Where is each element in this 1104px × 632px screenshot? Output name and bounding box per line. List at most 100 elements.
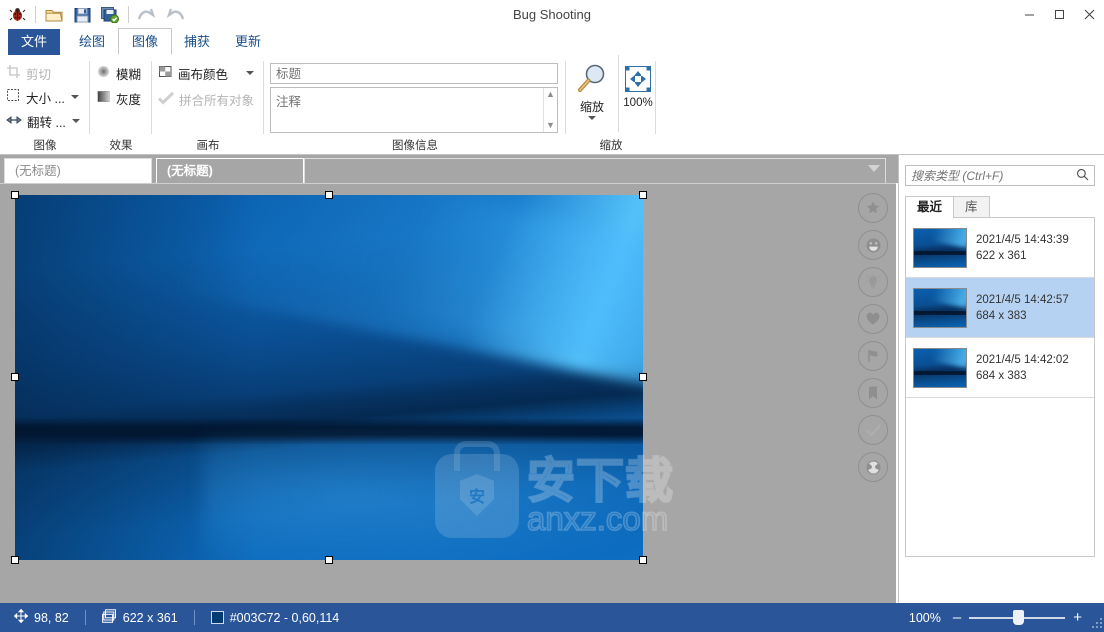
zoom-reset-button[interactable]: 100% xyxy=(622,65,654,109)
zoom-in-button[interactable]: + xyxy=(1073,609,1082,626)
smiley-icon[interactable] xyxy=(858,230,888,260)
fit-image-icon xyxy=(625,66,651,92)
ribbon-group-effects: 模糊 灰度 效果 xyxy=(90,55,152,154)
color-value: #003C72 - 0,60,114 xyxy=(229,610,340,625)
resize-button[interactable]: 大小 ... xyxy=(0,86,90,108)
image-size-value: 622 x 361 xyxy=(122,610,178,625)
image-size-icon xyxy=(101,608,117,627)
zoom-slider-thumb[interactable] xyxy=(1013,610,1025,625)
color-readout: #003C72 - 0,60,114 xyxy=(210,610,340,625)
image-note-field-wrap: ▲ ▼ xyxy=(270,87,558,136)
tab-image[interactable]: 图像 xyxy=(118,28,173,55)
star-icon[interactable] xyxy=(858,193,888,223)
doc-tab-dropdown-icon[interactable] xyxy=(868,165,880,172)
selection-handle-n[interactable] xyxy=(325,191,333,199)
thumbnail-list[interactable]: 2021/4/5 14:43:39 622 x 361 2021/4/5 14:… xyxy=(905,217,1095,557)
flip-label: 翻转 ... xyxy=(27,115,66,130)
bookmark-icon[interactable] xyxy=(858,378,888,408)
tab-capture[interactable]: 捕获 xyxy=(171,29,223,55)
selection-handle-se[interactable] xyxy=(639,556,647,564)
flip-button[interactable]: 翻转 ... xyxy=(0,110,90,132)
selection-handle-s[interactable] xyxy=(325,556,333,564)
minimize-button[interactable] xyxy=(1014,0,1044,29)
chevron-down-icon[interactable] xyxy=(246,71,255,75)
qat-separator-1 xyxy=(35,6,36,23)
group-label-canvas: 画布 xyxy=(196,140,220,152)
zoom-reset-label: 100% xyxy=(623,97,653,109)
bug-shooting-window: Bug Shooting 文件 绘图 图像 捕获 更新 ! 剪切 大小 ... … xyxy=(0,0,1104,632)
blur-button[interactable]: 模糊 xyxy=(90,62,152,84)
item-timestamp: 2021/4/5 14:43:39 xyxy=(976,233,1069,246)
resize-label: 大小 ... xyxy=(26,91,65,106)
selection-handle-sw[interactable] xyxy=(11,556,19,564)
tab-draw[interactable]: 绘图 xyxy=(66,29,118,55)
zoom-button-label: 缩放 xyxy=(579,100,604,114)
list-item[interactable]: 2021/4/5 14:43:39 622 x 361 xyxy=(906,218,1094,278)
heart-icon[interactable] xyxy=(858,304,888,334)
group-label-zoom: 缩放 xyxy=(599,140,623,152)
selection-handle-nw[interactable] xyxy=(11,191,19,199)
redo-icon[interactable] xyxy=(162,3,188,27)
search-input[interactable] xyxy=(906,167,1071,184)
crop-button[interactable]: 剪切 xyxy=(0,62,90,84)
blur-icon xyxy=(96,64,111,82)
merge-objects-button[interactable]: 拼合所有对象 xyxy=(152,88,264,110)
zoom-out-button[interactable]: – xyxy=(953,609,961,626)
zoom-button[interactable]: 缩放 xyxy=(570,61,614,120)
flag-icon[interactable] xyxy=(858,341,888,371)
ribbon-group-image: 剪切 大小 ... 翻转 ... 图像 xyxy=(0,55,90,154)
selection-handle-w[interactable] xyxy=(11,373,19,381)
chevron-down-icon[interactable] xyxy=(588,116,596,120)
check-icon[interactable] xyxy=(858,415,888,445)
selection-handle-ne[interactable] xyxy=(639,191,647,199)
lightbulb-icon[interactable] xyxy=(858,267,888,297)
chevron-down-icon[interactable] xyxy=(71,119,80,123)
flip-icon xyxy=(6,113,22,130)
status-separator-2 xyxy=(193,610,195,625)
chevron-down-icon[interactable] xyxy=(70,95,79,99)
resize-grip[interactable] xyxy=(1090,618,1102,630)
canvas-color-button[interactable]: 画布颜色 xyxy=(152,62,264,84)
grayscale-button[interactable]: 灰度 xyxy=(90,87,152,109)
ribbon-body: 剪切 大小 ... 翻转 ... 图像 模糊 灰度 效果 画布颜色 拼合所有对象… xyxy=(0,55,1104,155)
doc-tab-2[interactable]: (无标题) xyxy=(156,158,304,183)
close-button[interactable] xyxy=(1074,0,1104,29)
note-scrollbar[interactable]: ▲ ▼ xyxy=(543,88,557,132)
watermark-bag-icon: 安 xyxy=(435,454,519,538)
image-title-input[interactable] xyxy=(270,63,558,84)
quick-access-toolbar xyxy=(4,2,188,27)
panel-tabs: 最近 库 xyxy=(905,196,990,218)
search-box[interactable] xyxy=(905,165,1095,186)
tab-file[interactable]: 文件 xyxy=(8,29,60,55)
thumbnail-image xyxy=(913,287,967,328)
crop-label: 剪切 xyxy=(26,67,52,82)
search-icon[interactable] xyxy=(1071,168,1094,184)
canvas-area[interactable]: 安 安下载 anxz.com xyxy=(0,183,896,603)
crop-icon xyxy=(6,64,21,82)
selection-handle-e[interactable] xyxy=(639,373,647,381)
list-item[interactable]: 2021/4/5 14:42:02 684 x 383 xyxy=(906,338,1094,398)
scroll-down-icon[interactable]: ▼ xyxy=(546,121,555,130)
bug-icon[interactable] xyxy=(4,3,30,27)
doc-tab-1[interactable]: (无标题) xyxy=(4,158,152,183)
radiation-icon[interactable] xyxy=(858,452,888,482)
image-note-input[interactable] xyxy=(270,87,558,133)
maximize-button[interactable] xyxy=(1044,0,1074,29)
group-label-effects: 效果 xyxy=(109,140,133,152)
zoom-level-label: 100% xyxy=(908,610,941,625)
save-icon[interactable] xyxy=(69,3,95,27)
doc-tab-overflow-area xyxy=(304,158,886,183)
resize-icon xyxy=(6,88,21,106)
scroll-up-icon[interactable]: ▲ xyxy=(546,90,555,99)
list-item[interactable]: 2021/4/5 14:42:57 684 x 383 xyxy=(906,278,1094,338)
save-all-icon[interactable] xyxy=(97,3,123,27)
tab-update[interactable]: 更新 xyxy=(222,29,274,55)
undo-icon[interactable] xyxy=(134,3,160,27)
title-bar: Bug Shooting xyxy=(0,0,1104,29)
zoom-slider[interactable] xyxy=(969,610,1066,625)
grayscale-label: 灰度 xyxy=(116,92,142,107)
open-folder-icon[interactable] xyxy=(41,3,67,27)
item-timestamp: 2021/4/5 14:42:02 xyxy=(976,353,1069,366)
tab-library[interactable]: 库 xyxy=(954,196,990,218)
tab-recent[interactable]: 最近 xyxy=(905,196,955,218)
